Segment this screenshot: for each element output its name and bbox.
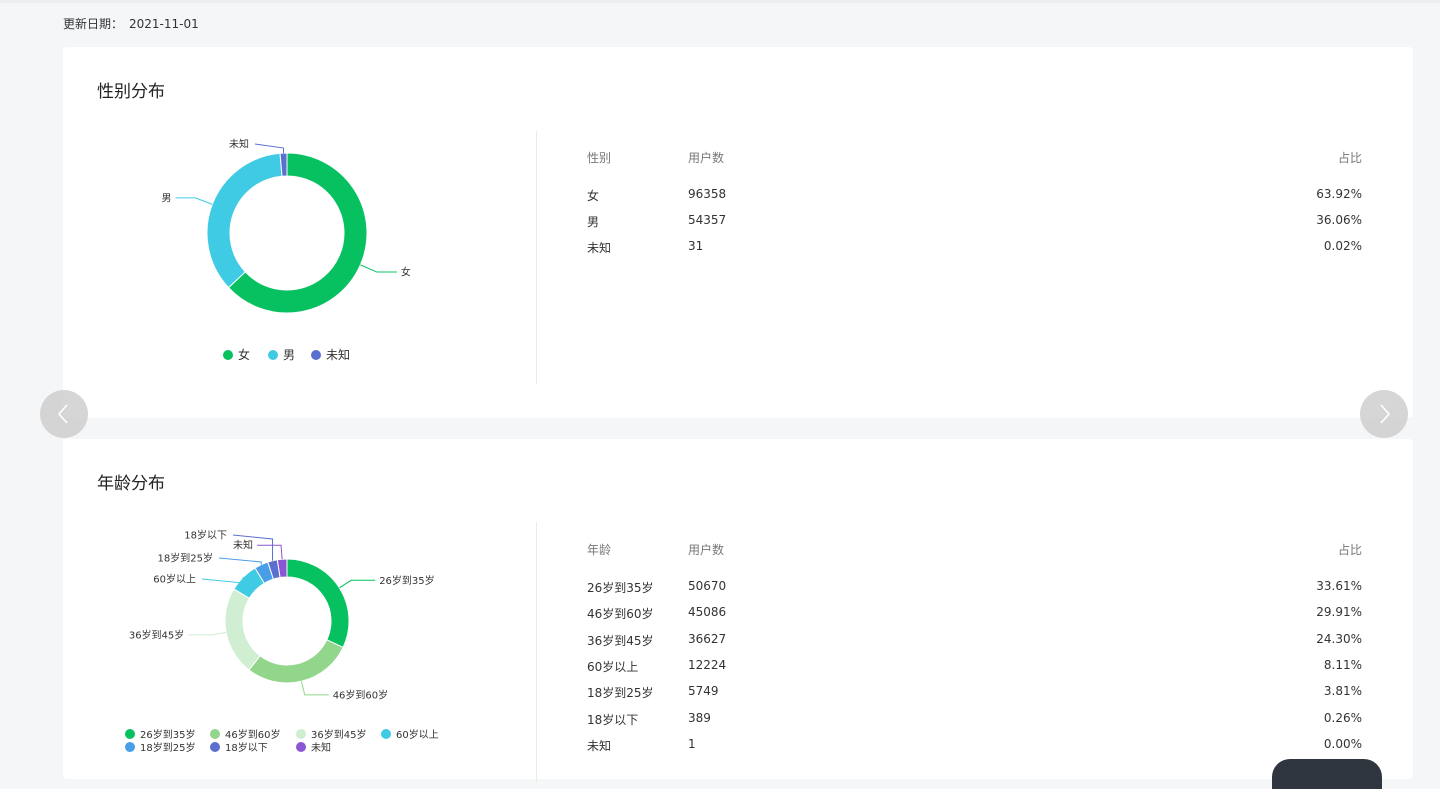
gender-legend-item[interactable]: 未知 — [311, 346, 350, 363]
gender-legend-label: 未知 — [326, 348, 351, 362]
age-table-row: 未知 1 0.00% — [587, 737, 1362, 757]
age-cell-ratio: 8.11% — [1323, 657, 1362, 672]
gender-table-row: 女 96358 63.92% — [587, 187, 1362, 207]
age-cell-users: 36627 — [688, 631, 727, 646]
gender-header-ratio: 占比 — [1337, 151, 1362, 165]
gender-legend-item[interactable]: 女 — [223, 346, 250, 363]
gender-cell-ratio: 63.92% — [1316, 187, 1362, 201]
gender-table: 性别 用户数 占比 女 96358 63.92% 男 54357 36.06% 未知 31 0.… — [587, 149, 1362, 269]
gender-table-row: 男 54357 36.06% — [587, 213, 1362, 233]
legend-dot-icon — [223, 349, 233, 360]
legend-dot-icon — [296, 728, 306, 739]
legend-dot-icon — [381, 728, 391, 739]
age-cell-label: 60岁以上 — [587, 659, 639, 674]
age-cell-users: 45086 — [688, 605, 727, 620]
age-table-row: 18岁到25岁 5749 3.81% — [587, 684, 1362, 704]
age-table: 年龄 用户数 占比 26岁到35岁 50670 33.61% 46岁到60岁 45086… — [587, 541, 1362, 761]
gender-legend-label: 男 — [283, 348, 296, 362]
gender-cell-ratio: 36.06% — [1316, 213, 1362, 227]
gender-cell-label: 男 — [587, 215, 600, 229]
gender-header-users: 用户数 — [688, 151, 725, 165]
age-cell-ratio: 24.30% — [1316, 631, 1362, 646]
age-table-row: 60岁以上 12224 8.11% — [587, 658, 1362, 678]
gender-legend-label: 女 — [238, 348, 251, 362]
gender-cell-users: 31 — [688, 239, 704, 253]
age-header-label: 年龄 — [587, 543, 612, 557]
gender-legend: 女 男 未知 — [63, 47, 536, 418]
carousel-next-button[interactable] — [1360, 390, 1408, 438]
age-legend-label: 60岁以上 — [396, 730, 439, 741]
gender-cell-users: 54357 — [688, 213, 727, 227]
age-header-users: 用户数 — [688, 543, 725, 557]
age-cell-ratio: 0.26% — [1323, 710, 1362, 725]
age-cell-users: 50670 — [688, 579, 727, 593]
legend-dot-icon — [296, 741, 306, 752]
gender-header-label: 性别 — [587, 151, 612, 165]
age-legend: 26岁到35岁 46岁到60岁 36岁到45岁 60岁以上 18岁到25岁 18岁以下 未知 — [63, 439, 536, 779]
age-legend-item[interactable]: 18岁到25岁 — [125, 739, 195, 754]
age-cell-users: 12224 — [688, 657, 727, 672]
chevron-left-icon — [57, 404, 68, 424]
age-distribution-card: 年龄分布 26岁到35岁 46岁到60岁 36岁到45岁 60岁以上 18岁到25岁 18… — [63, 439, 1413, 782]
legend-dot-icon — [210, 728, 220, 739]
age-table-row: 18岁以下 389 0.26% — [587, 711, 1362, 731]
age-cell-users: 1 — [688, 736, 696, 751]
gender-distribution-card: 性别分布 女男未知 女男未知 性别 用户数 占比 女 96358 63.92% 男 54… — [63, 47, 1413, 418]
age-chart-area: 26岁到35岁 46岁到60岁 36岁到45岁 60岁以上 18岁到25岁 18岁以下 未知… — [63, 439, 536, 779]
update-date-value: 2021-11-01 — [129, 17, 199, 31]
age-legend-item[interactable]: 18岁以下 — [210, 739, 268, 754]
floating-widget[interactable] — [1272, 759, 1382, 789]
age-cell-ratio: 33.61% — [1316, 579, 1362, 593]
legend-dot-icon — [268, 349, 278, 360]
legend-dot-icon — [125, 741, 135, 752]
gender-cell-ratio: 0.02% — [1323, 239, 1362, 253]
gender-cell-label: 女 — [587, 189, 600, 203]
age-legend-item[interactable]: 未知 — [296, 739, 331, 754]
age-cell-label: 26岁到35岁 — [587, 581, 654, 595]
age-cell-label: 46岁到60岁 — [587, 607, 654, 622]
age-table-row: 26岁到35岁 50670 33.61% — [587, 579, 1362, 599]
gender-table-row: 未知 31 0.02% — [587, 239, 1362, 259]
age-cell-label: 未知 — [587, 738, 612, 753]
age-divider — [536, 522, 537, 782]
age-header-ratio: 占比 — [1337, 543, 1362, 557]
age-table-row: 36岁到45岁 36627 24.30% — [587, 632, 1362, 652]
gender-cell-label: 未知 — [587, 241, 612, 255]
age-cell-users: 5749 — [688, 684, 719, 699]
age-legend-item[interactable]: 60岁以上 — [381, 726, 439, 741]
age-cell-ratio: 3.81% — [1323, 684, 1362, 699]
age-cell-ratio: 0.00% — [1323, 736, 1362, 751]
gender-chart-area: 女 男 未知 女 男 未知 — [63, 47, 536, 418]
age-legend-label: 未知 — [311, 743, 331, 754]
age-table-row: 46岁到60岁 45086 29.91% — [587, 605, 1362, 625]
age-cell-label: 36岁到45岁 — [587, 633, 654, 648]
age-cell-ratio: 29.91% — [1316, 605, 1362, 620]
update-date-label: 更新日期： — [63, 17, 124, 31]
carousel-prev-button[interactable] — [40, 390, 88, 438]
legend-dot-icon — [125, 728, 135, 739]
age-cell-label: 18岁到25岁 — [587, 686, 654, 701]
age-cell-label: 18岁以下 — [587, 712, 639, 727]
gender-cell-users: 96358 — [688, 187, 727, 201]
age-legend-label: 18岁到25岁 — [140, 743, 196, 754]
chevron-right-icon — [1380, 404, 1391, 424]
legend-dot-icon — [311, 349, 321, 360]
gender-divider — [536, 131, 537, 384]
age-legend-label: 18岁以下 — [225, 743, 268, 754]
top-strip — [0, 0, 1440, 3]
legend-dot-icon — [210, 741, 220, 752]
gender-legend-item[interactable]: 男 — [268, 346, 295, 363]
age-cell-users: 389 — [688, 710, 711, 725]
update-date: 更新日期： 2021-11-01 — [63, 15, 199, 32]
